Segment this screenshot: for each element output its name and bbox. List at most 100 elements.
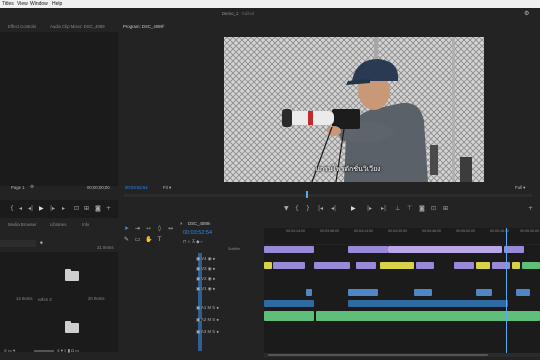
video-clip[interactable] [516, 289, 530, 296]
export-frame-icon[interactable]: ◙ [95, 206, 101, 212]
insert-icon[interactable]: ⊡ [74, 206, 79, 212]
track-a3-controls[interactable]: ▣ A3 M S ● [196, 329, 219, 335]
tab-effect-controls[interactable]: Effect Controls [8, 24, 36, 29]
go-to-out-icon[interactable]: ▸| [381, 206, 386, 212]
timeline-playhead[interactable] [506, 228, 507, 353]
play-icon[interactable]: ▶ [39, 206, 44, 212]
mark-in-icon[interactable]: { [10, 206, 14, 212]
selection-tool-icon[interactable]: ➤ [123, 225, 130, 232]
program-timecode[interactable]: 00:03:52:54 [125, 185, 148, 190]
search-input[interactable] [0, 240, 36, 247]
step-back-icon[interactable]: ◂ [19, 206, 22, 212]
track-select-icon[interactable]: ⇥ [134, 225, 141, 232]
track-a1-controls[interactable]: ▣ A1 M S ● [196, 305, 219, 311]
video-clip[interactable] [476, 289, 492, 296]
audio-clip[interactable] [348, 300, 508, 307]
timeline-timecode[interactable]: 00:03:52:54 [183, 230, 212, 236]
video-clip[interactable] [504, 246, 524, 253]
folder-label-3[interactable]: 20 Items [88, 296, 104, 301]
tab-program[interactable]: Program: DSC_4089 [123, 24, 163, 29]
menu-help[interactable]: Help [52, 1, 62, 7]
video-clip[interactable] [348, 246, 388, 253]
video-clip[interactable] [356, 262, 376, 269]
extract-icon[interactable]: ⊤ [407, 206, 412, 212]
track-v4-controls[interactable]: ▣ V4 ◉ ● [196, 256, 215, 262]
window-title: Demo_1 - Edited [222, 11, 255, 16]
button-editor-icon[interactable]: + [106, 206, 111, 212]
razor-tool-icon[interactable]: ◊ [156, 225, 163, 232]
settings-icon[interactable]: ⚙ [30, 184, 34, 190]
track-v1-controls[interactable]: ▣ V1 ◉ ● [196, 286, 215, 292]
tab-audio-clip-mixer[interactable]: Audio Clip Mixer: DSC_4089 [50, 24, 105, 29]
video-clip[interactable] [314, 262, 350, 269]
track-v2-controls[interactable]: ▣ V2 ◉ ● [196, 276, 215, 282]
folder-label-2[interactable]: หลังก 2 [38, 296, 52, 303]
title-clip[interactable] [512, 262, 520, 269]
hand-tool-icon[interactable]: ✋ [145, 236, 152, 243]
project-tools-icons[interactable]: ≡ ▾ ⌕ ▮ ◘ ▭ [57, 348, 79, 354]
list-view-icon[interactable]: ≡ ▭ ▾ [4, 348, 15, 354]
workspace-icon[interactable]: ⚙ [524, 10, 529, 17]
folder-label-1[interactable]: 14 Items [16, 296, 32, 301]
video-clip[interactable] [273, 262, 305, 269]
vr-video-icon[interactable]: ⊞ [443, 206, 448, 212]
button-editor-icon[interactable]: + [528, 206, 533, 212]
mark-in-icon[interactable]: { [295, 206, 299, 212]
rectangle-tool-icon[interactable]: ▭ [134, 236, 141, 243]
video-clip[interactable] [416, 262, 434, 269]
panel-menu-icon[interactable]: ≡ [208, 221, 211, 226]
tab-sequence[interactable]: DSC_4089 [188, 221, 209, 226]
program-scrub-bar[interactable] [124, 194, 532, 197]
source-patch-audio[interactable] [198, 321, 202, 351]
audio-clip[interactable] [264, 311, 314, 321]
step-forward-icon[interactable]: |▸ [50, 206, 55, 212]
lift-icon[interactable]: ⊥ [395, 206, 400, 212]
go-to-in-icon[interactable]: |◂ [318, 206, 323, 212]
panel-menu-icon[interactable]: ≡ [162, 23, 165, 28]
overwrite-icon[interactable]: ⊞ [84, 206, 89, 212]
folder-icon[interactable] [65, 269, 79, 281]
menu-window[interactable]: Window [30, 1, 48, 7]
step-forward-icon[interactable]: |▸ [367, 206, 372, 212]
timeline-scroll-thumb[interactable] [268, 354, 488, 356]
type-tool-icon[interactable]: T [156, 236, 163, 243]
title-clip[interactable] [380, 262, 414, 269]
folder-icon[interactable] [65, 321, 79, 333]
video-clip[interactable] [348, 289, 378, 296]
tab-info[interactable]: Info [82, 222, 89, 227]
tab-libraries[interactable]: Libraries [50, 222, 66, 227]
menu-view[interactable]: View [17, 1, 28, 7]
ripple-edit-icon[interactable]: ⇿ [145, 225, 152, 232]
video-subtitle: แกรบโพรดักชั่นวิเวียง [315, 165, 381, 173]
video-clip[interactable] [388, 246, 502, 253]
title-clip[interactable] [476, 262, 490, 269]
export-frame-icon[interactable]: ◙ [419, 206, 425, 212]
video-clip[interactable] [522, 262, 540, 269]
new-bin-icon[interactable]: ■ [40, 240, 43, 245]
audio-clip[interactable] [264, 300, 314, 307]
video-clip[interactable] [414, 289, 432, 296]
step-back-frame-icon[interactable]: ◂| [28, 206, 33, 212]
quality-select[interactable]: Full ▾ [515, 185, 525, 191]
video-clip[interactable] [264, 246, 314, 253]
pen-tool-icon[interactable]: ✎ [123, 236, 130, 243]
zoom-slider[interactable] [34, 350, 54, 352]
video-clip[interactable] [492, 262, 510, 269]
video-clip[interactable] [306, 289, 312, 296]
time-ruler[interactable]: 00:03:14:00 00:03:58:00 00:04:14:00 00:0… [264, 228, 540, 244]
comparison-view-icon[interactable]: ⊡ [431, 206, 436, 212]
fit-select[interactable]: Fit ▾ [163, 185, 171, 191]
tab-media-browser[interactable]: Media Browser [8, 222, 37, 227]
close-sequence-icon[interactable]: × [180, 221, 183, 226]
track-a2-controls[interactable]: ▣ A2 M S ● [196, 317, 219, 323]
video-clip[interactable] [454, 262, 474, 269]
mark-out-icon[interactable]: } [306, 206, 310, 212]
add-marker-icon[interactable]: ▼ [284, 206, 289, 212]
slip-tool-icon[interactable]: ↔ [167, 225, 174, 232]
track-v3-controls[interactable]: ▣ V3 ◉ ● [196, 266, 215, 272]
step-back-icon[interactable]: ◂| [331, 206, 336, 212]
play-icon[interactable]: ▶ [351, 206, 356, 212]
go-to-out-icon[interactable]: ▸ [62, 206, 65, 212]
menu-titles[interactable]: Titles [2, 1, 14, 7]
title-clip[interactable] [264, 262, 272, 269]
